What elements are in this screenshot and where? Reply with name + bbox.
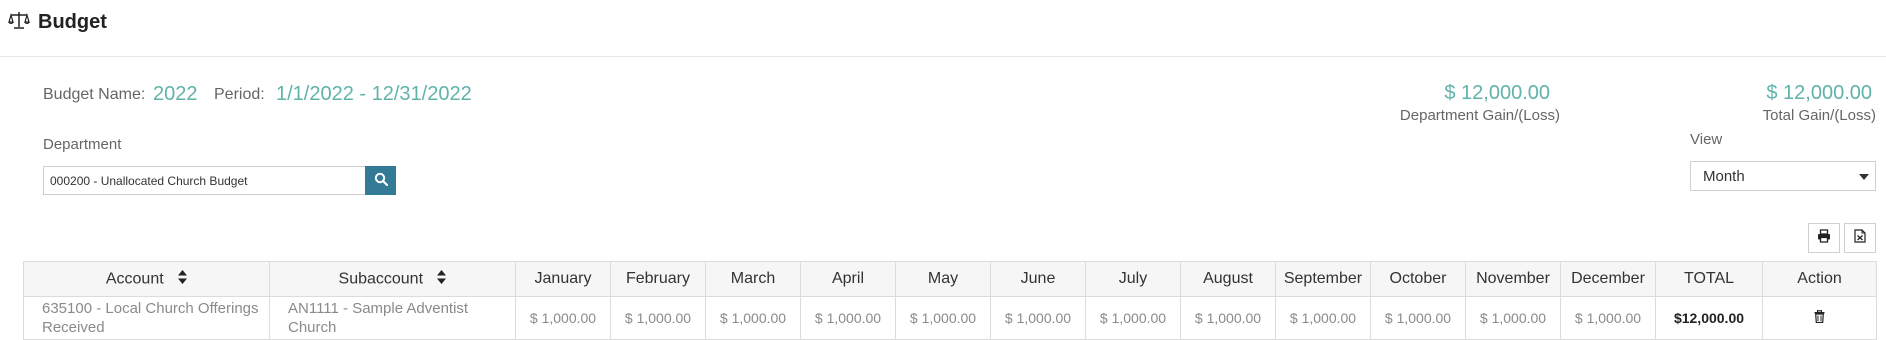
total-gain-label: Total Gain/(Loss) [1762,107,1876,124]
column-header-account[interactable]: Account [23,261,270,297]
print-icon [1817,228,1831,248]
sort-icon [437,269,447,289]
column-header-june: June [990,261,1086,297]
table-row: 635100 - Local Church Offerings Received… [23,296,1877,340]
may-cell: $ 1,000.00 [895,296,991,340]
chevron-down-icon [1859,174,1869,180]
column-header-april: April [800,261,896,297]
august-cell: $ 1,000.00 [1180,296,1276,340]
period-value: 1/1/2022 - 12/31/2022 [276,83,472,105]
department-gain: $ 12,000.00 Department Gain/(Loss) [1380,82,1560,124]
total-gain-value: $ 12,000.00 [1766,82,1872,104]
column-header-november: November [1465,261,1561,297]
column-header-february: February [610,261,706,297]
department-label: Department [43,136,122,153]
view-selected-value: Month [1703,167,1745,185]
column-header-action: Action [1762,261,1877,297]
balance-scale-icon [8,10,30,35]
september-cell: $ 1,000.00 [1275,296,1371,340]
search-icon [374,172,388,189]
june-cell: $ 1,000.00 [990,296,1086,340]
budget-name-value: 2022 [153,83,198,105]
february-cell: $ 1,000.00 [610,296,706,340]
december-cell: $ 1,000.00 [1560,296,1656,340]
column-header-subaccount[interactable]: Subaccount [269,261,516,297]
april-cell: $ 1,000.00 [800,296,896,340]
excel-export-button[interactable] [1844,223,1876,253]
column-header-july: July [1085,261,1181,297]
column-header-october: October [1370,261,1466,297]
department-picker [43,166,396,195]
department-search-button[interactable] [365,166,396,195]
view-label: View [1690,131,1723,148]
column-header-september: September [1275,261,1371,297]
column-header-december: December [1560,261,1656,297]
october-cell: $ 1,000.00 [1370,296,1466,340]
march-cell: $ 1,000.00 [705,296,801,340]
department-gain-label: Department Gain/(Loss) [1399,107,1560,124]
budget-table: Account Subaccount January February Marc… [23,261,1877,340]
january-cell: $ 1,000.00 [515,296,611,340]
page-title: Budget [38,10,107,33]
page-header: Budget [8,8,107,36]
view-select[interactable]: Month [1690,161,1876,191]
department-gain-value: $ 12,000.00 [1444,82,1550,104]
column-header-total: TOTAL [1655,261,1763,297]
july-cell: $ 1,000.00 [1085,296,1181,340]
total-gain: $ 12,000.00 Total Gain/(Loss) [1700,82,1876,124]
column-header-january: January [515,261,611,297]
column-header-march: March [705,261,801,297]
header-divider [0,56,1886,57]
action-cell [1762,296,1877,340]
column-header-may: May [895,261,991,297]
trash-icon[interactable] [1814,309,1825,326]
table-header-row: Account Subaccount January February Marc… [23,261,1877,297]
print-button[interactable] [1808,223,1840,253]
november-cell: $ 1,000.00 [1465,296,1561,340]
column-header-august: August [1180,261,1276,297]
total-cell: $12,000.00 [1655,296,1763,340]
excel-export-icon [1854,228,1866,248]
period-label: Period: [214,86,265,103]
budget-name-label: Budget Name: [43,86,146,103]
subaccount-cell: AN1111 - Sample Adventist Church [269,296,516,340]
sort-icon [178,269,188,289]
account-cell: 635100 - Local Church Offerings Received [23,296,270,340]
department-input[interactable] [43,166,366,195]
